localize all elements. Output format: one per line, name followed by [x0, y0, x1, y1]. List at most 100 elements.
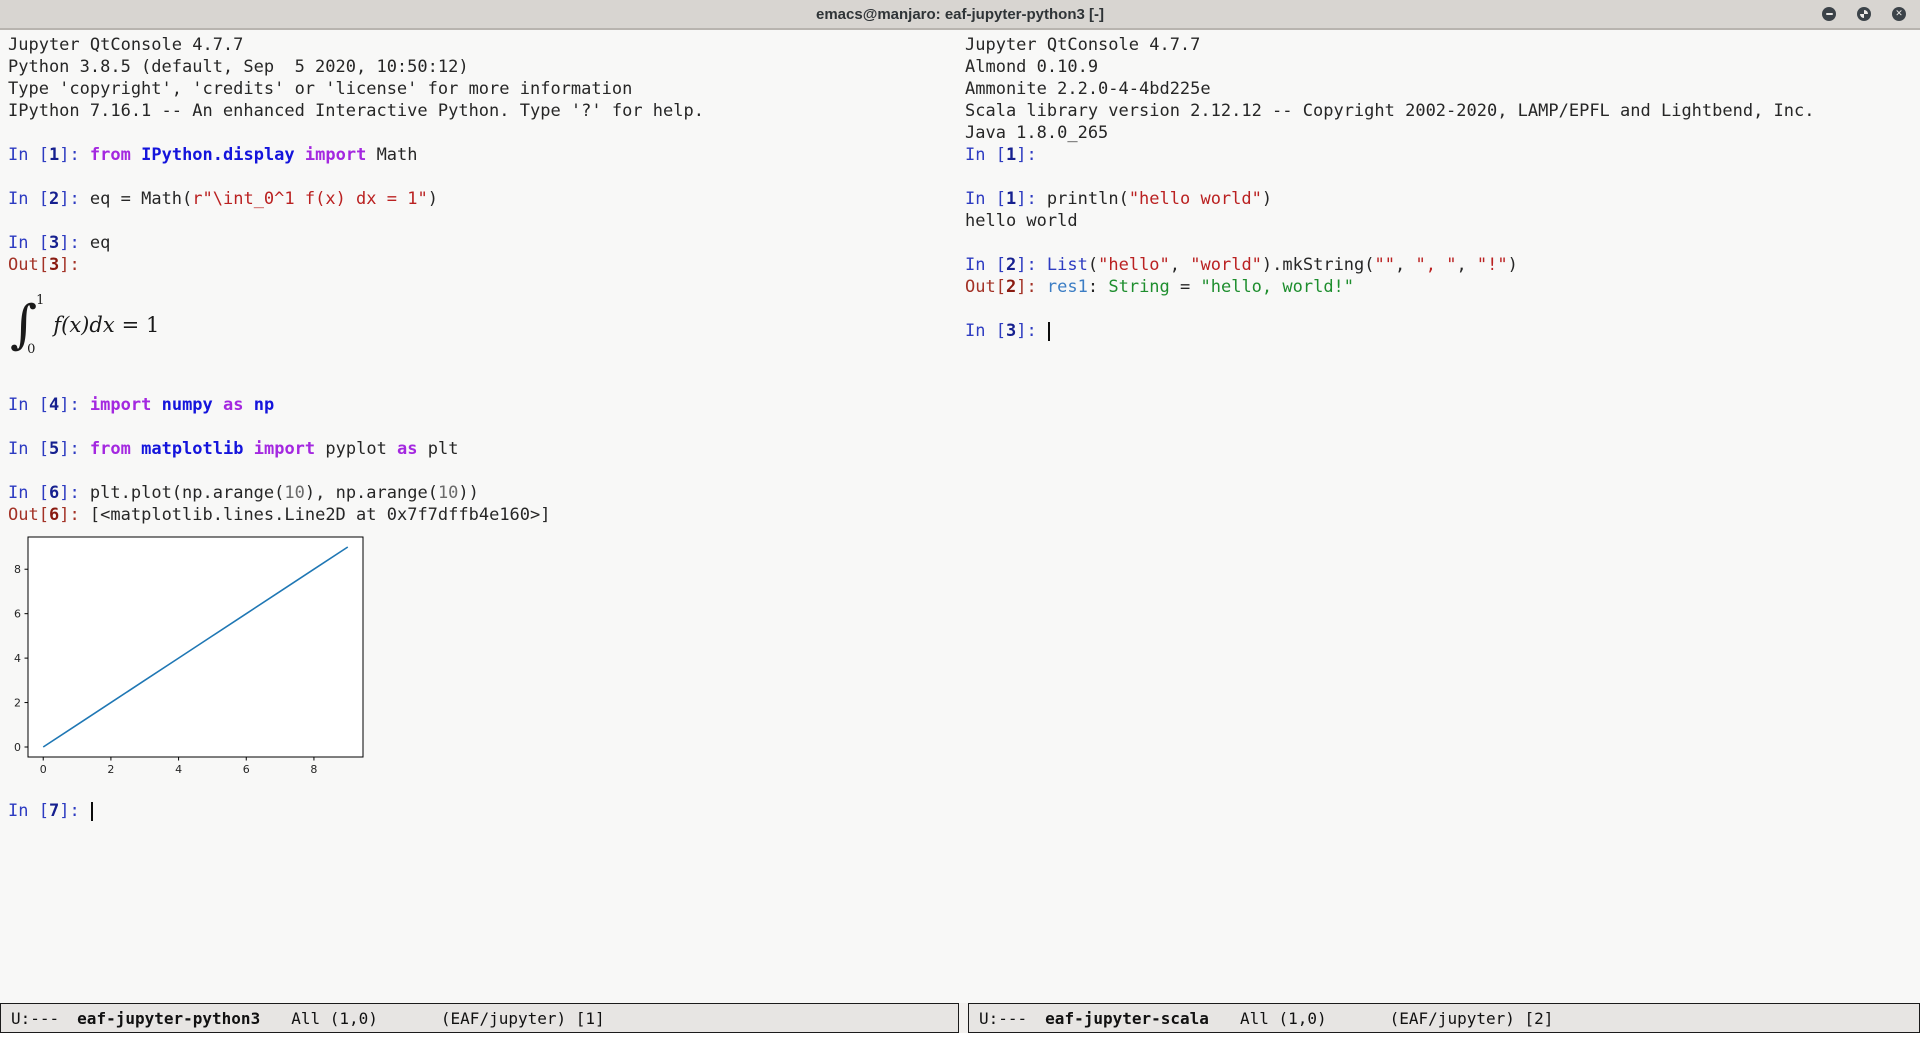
text-token: In [ [965, 321, 1006, 341]
text-token: np [254, 395, 274, 415]
text-token: ]: [59, 395, 90, 415]
console-line: In [5]: from matplotlib import pyplot as… [8, 438, 960, 460]
text-token: numpy [162, 395, 213, 415]
minimize-icon [1826, 13, 1833, 15]
text-token: ]: [59, 483, 90, 503]
modeline-major-mode: (EAF/jupyter) [2] [1390, 1009, 1554, 1028]
modeline-position: All (1,0) [1240, 1009, 1327, 1028]
text-token: Jupyter QtConsole 4.7.7 [8, 35, 243, 55]
text-token [213, 395, 223, 415]
text-token: ) [1262, 189, 1272, 209]
modeline-buffer-name: eaf-jupyter-python3 [77, 1009, 260, 1028]
text-token: Python 3.8.5 (default, Sep 5 2020, 10:50… [8, 57, 469, 77]
text-token: 2 [49, 189, 59, 209]
console-line: Type 'copyright', 'credits' or 'license'… [8, 78, 960, 100]
text-token [243, 439, 253, 459]
text-token: 3 [49, 255, 59, 275]
text-token: ]: [59, 439, 90, 459]
console-line: In [1]: from IPython.display import Math [8, 144, 960, 166]
console-line [8, 122, 960, 144]
emacs-frame-body: Jupyter QtConsole 4.7.7Python 3.8.5 (def… [0, 30, 1920, 1003]
console-line: In [3]: [965, 320, 1920, 342]
svg-text:6: 6 [14, 608, 21, 621]
console-line [8, 460, 960, 482]
text-token [295, 145, 305, 165]
console-line: Jupyter QtConsole 4.7.7 [8, 34, 960, 56]
text-token: 2 [1006, 255, 1016, 275]
console-line: Almond 0.10.9 [965, 56, 1920, 78]
text-token: ]: [1016, 321, 1047, 341]
text-token: Scala library version 2.12.12 -- Copyrig… [965, 101, 1815, 121]
modeline-row: U:--- eaf-jupyter-python3 All (1,0) (EAF… [0, 1003, 1920, 1033]
text-token: "hello world" [1129, 189, 1262, 209]
text-token: 6 [49, 505, 59, 525]
maximize-button[interactable] [1857, 7, 1871, 21]
text-token: plt.plot(np.arange( [90, 483, 284, 503]
text-token: import [305, 145, 366, 165]
modeline-coding: U:--- [979, 1009, 1027, 1028]
scala-console-lines: Jupyter QtConsole 4.7.7Almond 0.10.9Ammo… [965, 34, 1920, 342]
text-token: , [1395, 255, 1415, 275]
svg-text:8: 8 [14, 563, 21, 576]
text-token: 1 [1006, 145, 1016, 165]
text-token: ).mkString( [1262, 255, 1375, 275]
echo-area[interactable] [0, 1033, 1920, 1051]
text-token: res1 [1047, 277, 1088, 297]
close-button[interactable]: ✕ [1892, 7, 1906, 21]
text-token [151, 395, 161, 415]
console-line [965, 232, 1920, 254]
modeline-buffer-name: eaf-jupyter-scala [1045, 1009, 1209, 1028]
text-token [131, 439, 141, 459]
modeline-position: All (1,0) [291, 1009, 378, 1028]
text-token: Ammonite 2.2.0-4-4bd225e [965, 79, 1211, 99]
left-pane-python-console[interactable]: Jupyter QtConsole 4.7.7Python 3.8.5 (def… [0, 30, 960, 1003]
console-line [8, 210, 960, 232]
text-token: ) [1508, 255, 1518, 275]
titlebar[interactable]: emacs@manjaro: eaf-jupyter-python3 [-] ✕ [0, 0, 1920, 30]
modeline-python-buffer[interactable]: U:--- eaf-jupyter-python3 All (1,0) (EAF… [0, 1003, 959, 1033]
console-line: In [1]: println("hello world") [965, 188, 1920, 210]
console-line [965, 166, 1920, 188]
modeline-coding: U:--- [11, 1009, 59, 1028]
text-token: ]: [1016, 189, 1047, 209]
text-token: , [1170, 255, 1190, 275]
text-token: [<matplotlib.lines.Line2D at 0x7f7dffb4e… [90, 505, 551, 525]
text-token: Jupyter QtConsole 4.7.7 [965, 35, 1200, 55]
text-token: String [1108, 277, 1169, 297]
svg-text:4: 4 [175, 763, 182, 776]
text-token: ]: [1016, 145, 1036, 165]
text-token: "world" [1190, 255, 1262, 275]
text-token: In [ [8, 189, 49, 209]
text-token: import [90, 395, 151, 415]
text-token: 6 [49, 483, 59, 503]
text-token: from [90, 439, 131, 459]
text-token: 3 [49, 233, 59, 253]
text-cursor [1048, 322, 1050, 341]
python-console-lines-bottom: In [7]: [8, 778, 960, 822]
svg-text:2: 2 [107, 763, 114, 776]
matplotlib-plot: 0246802468 [8, 532, 960, 778]
upper-limit: 1 [36, 293, 44, 308]
console-line: Out[3]: [8, 254, 960, 276]
modeline-scala-buffer[interactable]: U:--- eaf-jupyter-scala All (1,0) (EAF/j… [968, 1003, 1920, 1033]
text-token [131, 145, 141, 165]
text-cursor [91, 802, 93, 821]
right-pane-scala-console[interactable]: Jupyter QtConsole 4.7.7Almond 0.10.9Ammo… [960, 30, 1920, 1003]
text-token: ]: [59, 233, 90, 253]
minimize-button[interactable] [1822, 7, 1836, 21]
console-line: In [2]: eq = Math(r"\int_0^1 f(x) dx = 1… [8, 188, 960, 210]
text-token: In [ [965, 145, 1006, 165]
text-token: Out[ [8, 505, 49, 525]
text-token: 1 [1006, 189, 1016, 209]
text-token: IPython 7.16.1 -- An enhanced Interactiv… [8, 101, 704, 121]
text-token: hello world [965, 211, 1078, 231]
text-token: In [ [8, 801, 49, 821]
text-token: 4 [49, 395, 59, 415]
text-token: ( [1088, 255, 1098, 275]
svg-text:6: 6 [243, 763, 250, 776]
text-token: plt [418, 439, 459, 459]
text-token: ]: [59, 145, 90, 165]
text-token: List [1047, 255, 1088, 275]
text-token: ), np.arange( [305, 483, 438, 503]
console-line: Python 3.8.5 (default, Sep 5 2020, 10:50… [8, 56, 960, 78]
